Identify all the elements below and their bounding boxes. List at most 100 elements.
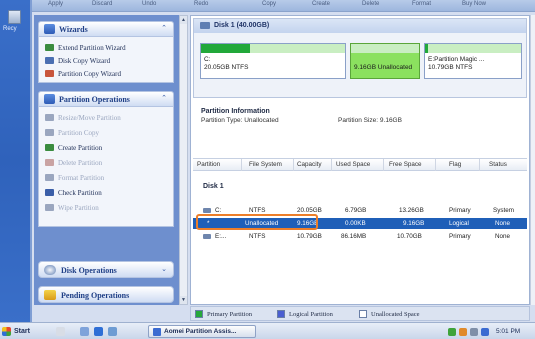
partition-size-text: Partition Size: 9.16GB [338, 117, 402, 124]
wipe-partition-link[interactable]: Wipe Partition [45, 202, 99, 213]
partition-block-size: 10.79GB NTFS [428, 64, 473, 71]
cell-capacity: 9.16GB [297, 220, 319, 227]
table-row[interactable]: C: NTFS 20.05GB 6.79GB 13.26GB Primary S… [193, 205, 527, 216]
column-divider[interactable] [383, 159, 384, 171]
partition-row-icon [203, 234, 211, 239]
column-header-flag[interactable]: Flag [449, 161, 461, 168]
disk-icon [44, 265, 56, 275]
recycle-bin-icon[interactable] [8, 10, 21, 24]
disk-copy-icon [45, 57, 54, 64]
toolbar-buy-now-button[interactable]: Buy Now [462, 1, 486, 7]
partition-usage-fill [201, 44, 250, 53]
column-header-file-system[interactable]: File System [249, 161, 282, 168]
partition-block-e[interactable]: E:Partition Magic ... 10.79GB NTFS [424, 43, 522, 79]
check-partition-link[interactable]: Check Partition [45, 187, 102, 198]
delete-partition-link[interactable]: Delete Partition [45, 157, 102, 168]
extend-partition-wizard-link[interactable]: Extend Partition Wizard [45, 42, 126, 53]
toolbar-redo-button[interactable]: Redo [194, 1, 208, 7]
column-divider[interactable] [479, 159, 480, 171]
table-row[interactable]: E:... NTFS 10.79GB 86.16MB 10.70GB Prima… [193, 231, 527, 242]
chevron-down-icon[interactable]: ⌄ [161, 265, 167, 273]
disk-copy-wizard-label: Disk Copy Wizard [58, 56, 111, 65]
partition-operations-title: Partition Operations [59, 95, 130, 104]
disk-copy-wizard-link[interactable]: Disk Copy Wizard [45, 55, 110, 66]
scroll-up-icon[interactable]: ▲ [180, 16, 187, 24]
wizard-icon [44, 24, 55, 34]
column-divider[interactable] [241, 159, 242, 171]
tray-volume-icon[interactable] [470, 327, 478, 336]
quicklaunch-ie-icon[interactable] [108, 327, 117, 336]
wipe-partition-label: Wipe Partition [58, 203, 99, 212]
cell-used-space: 6.79GB [345, 207, 367, 214]
quicklaunch-explorer-icon[interactable] [80, 327, 89, 336]
taskbar-item-aomei[interactable]: Aomei Partition Assis... [148, 325, 256, 338]
toolbar: Apply Discard Undo Redo Copy Create Dele… [32, 0, 535, 12]
cell-status: None [495, 233, 511, 240]
toolbar-undo-button[interactable]: Undo [142, 1, 156, 7]
cell-flag: Primary [449, 207, 471, 214]
column-header-partition[interactable]: Partition [197, 161, 220, 168]
wizards-title: Wizards [59, 25, 88, 34]
partition-type-text: Partition Type: Unallocated [201, 117, 279, 124]
legend-swatch [277, 310, 285, 318]
start-label: Start [14, 328, 30, 335]
cell-capacity: 10.79GB [297, 233, 322, 240]
column-header-capacity[interactable]: Capacity [297, 161, 322, 168]
partition-row-icon [203, 208, 211, 213]
chevron-up-icon[interactable]: ⌃ [161, 94, 167, 102]
disk-operations-pane[interactable]: Disk Operations ⌄ [38, 261, 174, 278]
partition-copy-icon [45, 70, 54, 77]
create-partition-link[interactable]: Create Partition [45, 142, 102, 153]
column-divider[interactable] [331, 159, 332, 171]
column-divider[interactable] [293, 159, 294, 171]
partition-usage-bar [351, 44, 419, 53]
cell-status: System [493, 207, 514, 214]
tray-app-icon[interactable] [481, 327, 489, 336]
toolbar-discard-button[interactable]: Discard [92, 1, 112, 7]
column-divider[interactable] [435, 159, 436, 171]
partition-operations-header[interactable]: Partition Operations ⌃ [39, 92, 173, 107]
wipe-icon [45, 204, 54, 211]
column-header-status[interactable]: Status [489, 161, 507, 168]
scroll-down-icon[interactable]: ▼ [180, 296, 187, 304]
legend-label: Unallocated Space [371, 310, 420, 318]
cell-file-system: Unallocated [245, 220, 279, 227]
partition-copy-wizard-link[interactable]: Partition Copy Wizard [45, 68, 121, 79]
wizards-pane-header[interactable]: Wizards ⌃ [39, 22, 173, 37]
tray-security-icon[interactable] [459, 327, 467, 336]
partition-block-unallocated[interactable]: 9.16GB Unallocated [350, 43, 420, 79]
toolbar-format-button[interactable]: Format [412, 1, 431, 7]
disk-title: Disk 1 (40.00GB) [214, 22, 270, 29]
taskbar-item-label: Aomei Partition Assis... [164, 328, 237, 335]
cell-file-system: NTFS [249, 233, 266, 240]
column-header-used-space[interactable]: Used Space [336, 161, 370, 168]
check-partition-label: Check Partition [58, 188, 102, 197]
extend-partition-wizard-label: Extend Partition Wizard [58, 43, 126, 52]
pending-operations-pane[interactable]: Pending Operations [38, 286, 174, 303]
format-partition-label: Format Partition [58, 173, 105, 182]
partition-block-c[interactable]: C: 20.05GB NTFS [200, 43, 346, 79]
partition-block-size: 20.05GB NTFS [204, 64, 249, 71]
format-partition-link[interactable]: Format Partition [45, 172, 104, 183]
toolbar-create-button[interactable]: Create [312, 1, 330, 7]
start-button[interactable]: Start [2, 325, 42, 338]
quicklaunch-media-icon[interactable] [94, 327, 103, 336]
delete-partition-label: Delete Partition [58, 158, 103, 167]
toolbar-copy-button[interactable]: Copy [262, 1, 276, 7]
clock: 5:01 PM [496, 328, 521, 335]
cell-capacity: 20.05GB [297, 207, 322, 214]
task-panel-scrollbar[interactable]: ▲ ▼ [179, 15, 188, 305]
partition-copy-link[interactable]: Partition Copy [45, 127, 99, 138]
chevron-up-icon[interactable]: ⌃ [161, 24, 167, 32]
table-row-selected[interactable]: * Unallocated 9.16GB 0.00KB 9.16GB Logic… [193, 218, 527, 229]
resize-move-partition-link[interactable]: Resize/Move Partition [45, 112, 121, 123]
column-header-free-space[interactable]: Free Space [389, 161, 422, 168]
cell-partition: C: [215, 207, 222, 214]
toolbar-delete-button[interactable]: Delete [362, 1, 379, 7]
tray-network-icon[interactable] [448, 327, 456, 336]
taskbar: Start Aomei Partition Assis... 5:01 PM [0, 322, 535, 339]
quicklaunch-desktop-icon[interactable] [56, 327, 65, 336]
disk-icon [200, 22, 210, 29]
toolbar-apply-button[interactable]: Apply [48, 1, 63, 7]
main-panel-scrollbar[interactable] [530, 15, 535, 305]
